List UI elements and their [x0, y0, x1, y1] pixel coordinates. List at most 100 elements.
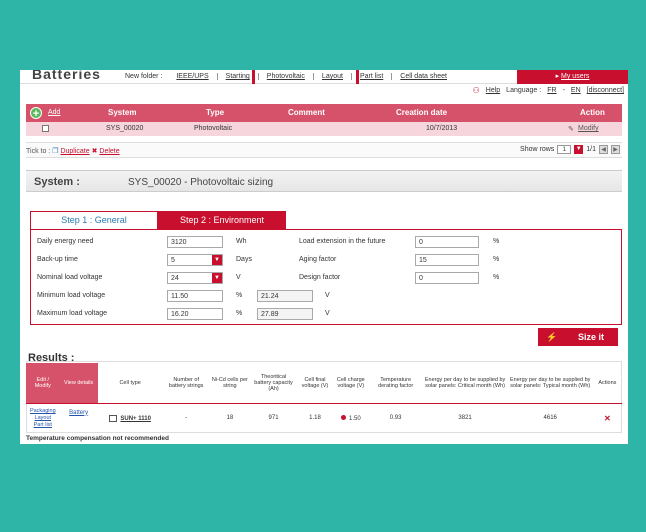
my-users-link[interactable]: My users: [561, 73, 589, 80]
modify-link[interactable]: Modify: [578, 125, 599, 132]
system-label: System :: [34, 176, 80, 188]
packaging-link[interactable]: Packaging: [26, 408, 60, 415]
layout-link[interactable]: Layout: [26, 415, 60, 422]
nav-link-photovoltaic[interactable]: Photovoltaic: [257, 73, 313, 80]
daily-energy-unit: Wh: [236, 238, 247, 245]
load-extension-input[interactable]: 0: [415, 236, 479, 248]
cell-type-link[interactable]: SUN+ 1110: [120, 416, 151, 422]
table-row: Packaging Layout Part list Battery SUN+ …: [26, 403, 622, 433]
col-typical-month: Energy per day to be supplied by solar p…: [507, 363, 593, 404]
nav-marker: [356, 70, 359, 84]
nav-link-ieee[interactable]: IEEE/UPS: [168, 73, 216, 80]
help-icon: ⚇: [472, 86, 480, 95]
lang-separator: -: [562, 87, 565, 94]
my-users-tab: ▸ My users: [517, 70, 628, 84]
cells-value: 18: [226, 415, 234, 422]
tab-step2-environment[interactable]: Step 2 : Environment: [158, 211, 286, 229]
language-label: Language :: [506, 87, 542, 94]
prev-page-icon[interactable]: ◀: [599, 145, 608, 154]
actions-cell: ✕: [593, 403, 622, 433]
help-link[interactable]: Help: [486, 87, 500, 94]
top-nav: Batteries New folder : IEEE/UPS Starting…: [20, 70, 628, 84]
lightning-icon: ⚡: [546, 332, 558, 342]
col-comment: Comment: [288, 108, 325, 117]
nav-marker: [252, 70, 255, 84]
battery-link[interactable]: Battery: [69, 410, 88, 416]
col-type: Type: [206, 108, 225, 117]
min-voltage-input[interactable]: 11.50: [167, 290, 223, 302]
aging-factor-label: Aging factor: [299, 256, 337, 263]
col-final-voltage: Cell final voltage (V): [297, 363, 333, 404]
tick-label: Tick to :: [26, 148, 51, 155]
charge-voltage-value: 1.50: [348, 415, 361, 422]
nav-link-cell-data-sheet[interactable]: Cell data sheet: [391, 73, 455, 80]
design-factor-unit: %: [493, 274, 500, 281]
design-factor-label: Design factor: [299, 274, 341, 281]
size-it-button[interactable]: ⚡ Size it: [538, 328, 618, 346]
add-icon[interactable]: +: [30, 107, 42, 120]
pagination: Show rows 1 ▼ 1/1 ◀ ▶: [520, 145, 620, 154]
row-checkbox[interactable]: [42, 125, 49, 132]
add-link[interactable]: Add: [48, 109, 60, 116]
design-factor-input[interactable]: 0: [415, 272, 479, 284]
systems-header: + Add System Type Comment Creation date …: [26, 104, 622, 122]
delete-result-icon[interactable]: ✕: [604, 414, 611, 423]
min-voltage-result: 21.24: [257, 290, 313, 302]
row-type: Photovoltaic: [194, 125, 233, 132]
nominal-voltage-dropdown-icon[interactable]: ▼: [212, 273, 222, 283]
page-indicator: 1/1: [586, 146, 596, 153]
capacity-value: 971: [268, 415, 279, 422]
backup-time-label: Back-up time: [37, 256, 78, 263]
table-row[interactable]: SYS_00020 Photovoltaic 10/7/2013 ✎ Modif…: [26, 122, 622, 136]
critical-month-value: 3821: [458, 415, 472, 422]
row-date: 10/7/2013: [426, 125, 458, 132]
rows-dropdown-icon[interactable]: ▼: [574, 145, 584, 154]
col-critical-month: Energy per day to be supplied by solar p…: [422, 363, 508, 404]
tab-step1-general[interactable]: Step 1 : General: [30, 211, 158, 229]
temperature-warning: Temperature compensation not recommended: [26, 435, 169, 442]
sub-nav: ⚇ Help Language : FR - EN [disconnect]: [473, 86, 624, 95]
max-voltage-unit2: V: [325, 310, 330, 317]
disconnect-link[interactable]: [disconnect]: [587, 87, 624, 94]
results-table: Edit / Modify View details Cell type Num…: [26, 363, 622, 433]
system-header: System : SYS_00020 - Photovoltaic sizing: [26, 170, 622, 192]
modify-icon[interactable]: ✎: [568, 125, 574, 133]
systems-table: + Add System Type Comment Creation date …: [26, 104, 622, 136]
tick-actions: Tick to : ❐ Duplicate ✖ Delete: [26, 147, 120, 155]
col-cell-type: Cell type: [97, 363, 163, 404]
col-edit-modify: Edit / Modify: [26, 363, 60, 404]
final-voltage-value: 1.18: [309, 415, 321, 422]
aging-factor-unit: %: [493, 256, 500, 263]
part-list-link[interactable]: Part list: [26, 422, 60, 429]
min-voltage-unit2: V: [325, 292, 330, 299]
lang-fr-link[interactable]: FR: [547, 87, 556, 94]
derating-value: 0.93: [389, 415, 402, 422]
edit-links-cell: Packaging Layout Part list: [26, 403, 60, 433]
max-voltage-input[interactable]: 16.20: [167, 308, 223, 320]
lang-en-link[interactable]: EN: [571, 87, 581, 94]
aging-factor-input[interactable]: 15: [415, 254, 479, 266]
daily-energy-label: Daily energy need: [37, 238, 94, 245]
datasheet-icon[interactable]: [109, 414, 118, 422]
daily-energy-input[interactable]: 3120: [167, 236, 223, 248]
app-window: Batteries New folder : IEEE/UPS Starting…: [20, 70, 628, 444]
duplicate-link[interactable]: Duplicate: [60, 148, 89, 155]
warning-dot-icon: [340, 414, 346, 420]
col-view-details: View details: [59, 363, 98, 404]
general-form: Daily energy need 3120 Wh Back-up time 5…: [30, 229, 622, 325]
cell-type-cell: SUN+ 1110: [98, 403, 163, 433]
charge-voltage-cell: 1.50: [333, 403, 369, 433]
page-title: SYS_00020 - Photovoltaic sizing: [128, 177, 274, 188]
next-page-icon[interactable]: ▶: [611, 145, 620, 154]
load-extension-label: Load extension in the future: [299, 238, 386, 245]
backup-time-dropdown-icon[interactable]: ▼: [212, 255, 222, 265]
nav-link-layout[interactable]: Layout: [312, 73, 351, 80]
min-voltage-unit: %: [236, 292, 243, 299]
view-cell: Battery: [60, 403, 98, 433]
col-derating: Temperature derating factor: [368, 363, 423, 404]
rows-select[interactable]: 1: [557, 145, 572, 154]
delete-link[interactable]: Delete: [99, 148, 119, 155]
max-voltage-result: 27.89: [257, 308, 313, 320]
nav-links: New folder : IEEE/UPS Starting Photovolt…: [125, 73, 455, 80]
new-folder-label: New folder :: [125, 73, 163, 80]
